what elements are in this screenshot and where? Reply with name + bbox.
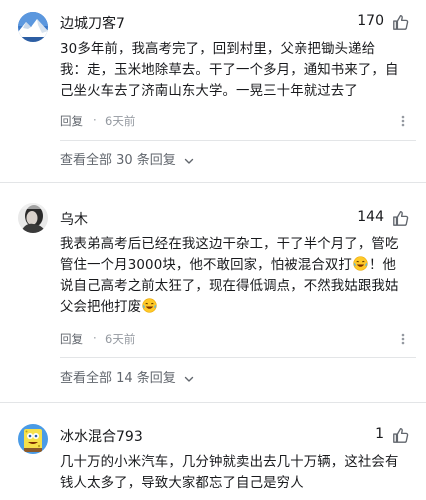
view-all-replies-button[interactable]: 查看全部 14 条回复 bbox=[60, 367, 195, 386]
timestamp: 6天前 bbox=[105, 332, 136, 346]
like-count: 144 bbox=[357, 209, 384, 225]
thumbs-up-icon[interactable] bbox=[392, 426, 410, 444]
view-all-label: 查看全部 14 条回复 bbox=[60, 371, 176, 386]
username[interactable]: 乌木 bbox=[60, 209, 88, 229]
comment-text: 几十万的小米汽车，几分钟就卖出去几十万辆，这社会有 钱人太多了，导致大家都忘了自… bbox=[60, 452, 416, 494]
thumbs-up-icon[interactable] bbox=[392, 13, 410, 31]
avatar[interactable] bbox=[18, 424, 48, 454]
more-dots-icon[interactable] bbox=[396, 333, 410, 345]
more-dots-icon[interactable] bbox=[396, 115, 410, 127]
comment-line: 我：走，玉米地除草去。干了一个多月，通知书来了，自 bbox=[60, 63, 399, 78]
comment-separator bbox=[0, 182, 426, 183]
timestamp: 6天前 bbox=[105, 114, 136, 128]
view-all-label: 查看全部 30 条回复 bbox=[60, 153, 176, 168]
comment-line: 父会把他打废 bbox=[60, 300, 142, 315]
comment-line: 己坐火车去了济南山东大学。一晃三十年就过去了 bbox=[60, 84, 358, 99]
comment-separator bbox=[0, 402, 426, 403]
chevron-down-icon bbox=[184, 158, 194, 164]
divider bbox=[60, 140, 416, 141]
reply-button[interactable]: 回复 bbox=[60, 113, 83, 129]
avatar-portrait-image bbox=[18, 203, 48, 233]
view-all-replies-button[interactable]: 查看全部 30 条回复 bbox=[60, 149, 195, 168]
comment-line: 几十万的小米汽车，几分钟就卖出去几十万辆，这社会有 bbox=[60, 455, 399, 470]
avatar-sponge-image bbox=[18, 424, 48, 454]
comment-line: 说自己高考之前太狂了，现在得低调点，不然我姑跟我姑 bbox=[60, 279, 399, 294]
avatar-mountain-image bbox=[18, 12, 48, 42]
comment-line: 30多年前，我高考完了，回到村里，父亲把锄头递给 bbox=[60, 42, 376, 57]
like-count: 1 bbox=[375, 426, 384, 442]
comment-line-with-emoji: 父会把他打废 bbox=[60, 297, 416, 318]
like-count: 170 bbox=[357, 13, 384, 29]
avatar[interactable] bbox=[18, 203, 48, 233]
comment-meta: 回复 · 6天前 bbox=[60, 113, 410, 129]
comment-text: 我表弟高考后已经在我这边干杂工，干了半个月了，管吃 管住一个月3000块，他不敢… bbox=[60, 234, 416, 318]
laughing-tears-emoji bbox=[353, 256, 368, 271]
comment-text: 30多年前，我高考完了，回到村里，父亲把锄头递给 我：走，玉米地除草去。干了一个… bbox=[60, 39, 416, 102]
avatar[interactable] bbox=[18, 12, 48, 42]
comment-line: ！他 bbox=[368, 258, 397, 273]
chevron-down-icon bbox=[184, 376, 194, 382]
reply-button[interactable]: 回复 bbox=[60, 331, 83, 347]
comment-line: 钱人太多了，导致大家都忘了自己是穷人 bbox=[60, 476, 304, 491]
divider bbox=[60, 357, 416, 358]
laughing-tears-emoji bbox=[142, 298, 157, 313]
meta-dot: · bbox=[93, 331, 97, 345]
thumbs-up-icon[interactable] bbox=[392, 209, 410, 227]
comment-meta: 回复 · 6天前 bbox=[60, 331, 410, 347]
comment-line: 管住一个月3000块，他不敢回家，怕被混合双打 bbox=[60, 258, 352, 273]
comment-line: 我表弟高考后已经在我这边干杂工，干了半个月了，管吃 bbox=[60, 237, 399, 252]
comment-line-with-emoji: 管住一个月3000块，他不敢回家，怕被混合双打 ！他 bbox=[60, 255, 416, 276]
username[interactable]: 冰水混合793 bbox=[60, 426, 143, 446]
meta-dot: · bbox=[93, 113, 97, 127]
username[interactable]: 边城刀客7 bbox=[60, 13, 125, 33]
